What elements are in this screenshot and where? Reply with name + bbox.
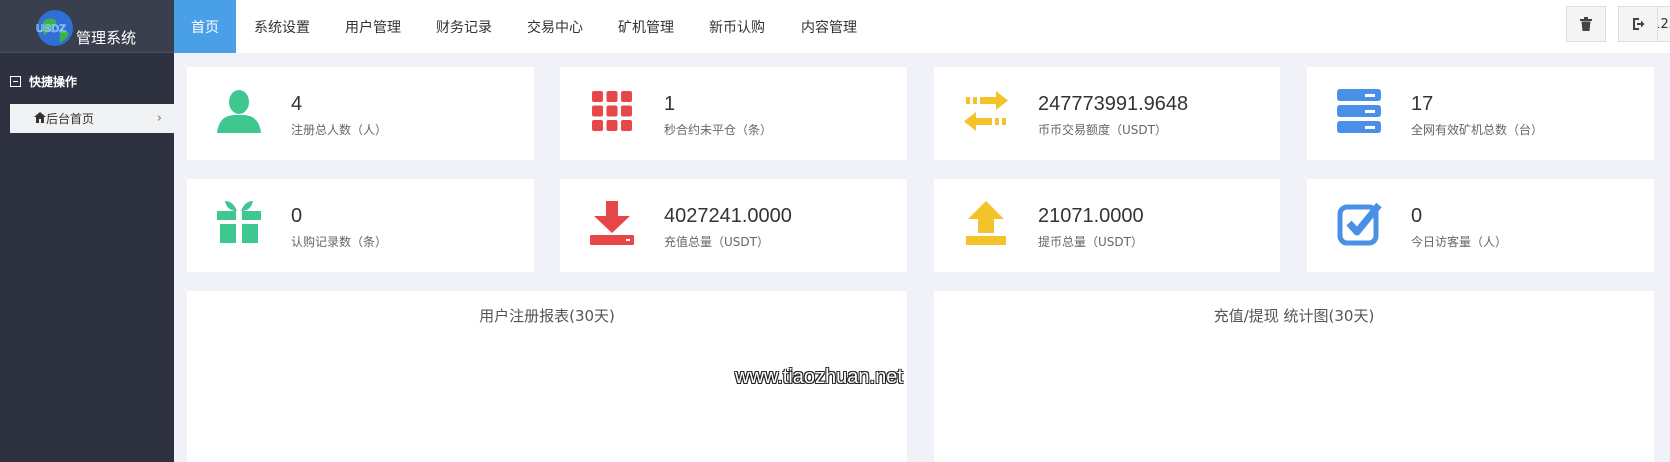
download-icon xyxy=(590,201,634,245)
stat-label: 充值总量（USDT） xyxy=(664,235,769,249)
stat-label: 秒合约未平仓（条） xyxy=(664,123,773,137)
exchange-icon xyxy=(964,91,1008,131)
stat-label: 币币交易额度（USDT） xyxy=(1038,123,1167,137)
logout-button[interactable] xyxy=(1618,6,1658,42)
stat-value: 247773991.9648 xyxy=(1038,93,1189,115)
sidebar: USDZ 管理系统 快捷操作 后台首页 › xyxy=(0,0,174,462)
nav-item-system-settings[interactable]: 系统设置 xyxy=(254,0,310,53)
nav-item-content-management[interactable]: 内容管理 xyxy=(801,0,857,53)
collapse-icon xyxy=(10,76,21,87)
sidebar-item-dashboard[interactable]: 后台首页 › xyxy=(10,104,174,133)
stat-label: 提币总量（USDT） xyxy=(1038,235,1143,249)
nav-item-new-coin-subscription[interactable]: 新币认购 xyxy=(709,0,765,53)
logo-badge: USDZ xyxy=(36,23,66,35)
stat-value: 1 xyxy=(664,93,676,115)
trash-icon xyxy=(1580,17,1592,31)
logo: USDZ 管理系统 xyxy=(0,0,174,53)
chart-title: 充值/提现 统计图(30天) xyxy=(1213,307,1375,325)
stat-card-total-withdrawals: 21071.0000 提币总量（USDT） xyxy=(934,179,1280,272)
nav-item-finance-records[interactable]: 财务记录 xyxy=(436,0,492,53)
stat-card-today-visitors: 0 今日访客量（人） xyxy=(1307,179,1654,272)
user-icon xyxy=(217,90,261,133)
chevron-right-icon: › xyxy=(156,111,162,126)
stat-value: 21071.0000 xyxy=(1038,205,1144,227)
check-icon xyxy=(1337,202,1382,246)
logo-text: 管理系统 xyxy=(76,29,137,47)
grid-icon xyxy=(592,91,632,131)
stat-label: 认购记录数（条） xyxy=(291,235,388,249)
stat-value: 0 xyxy=(1411,205,1423,227)
chart-title: 用户注册报表(30天) xyxy=(479,307,615,325)
stat-label: 注册总人数（人） xyxy=(291,123,388,137)
quick-actions-title[interactable]: 快捷操作 xyxy=(10,73,77,90)
stat-value: 4027241.0000 xyxy=(664,205,792,227)
nav-item-trading-center[interactable]: 交易中心 xyxy=(527,0,583,53)
stat-value: 17 xyxy=(1411,93,1434,115)
upload-icon xyxy=(966,201,1006,245)
sidebar-item-label: 后台首页 xyxy=(46,112,95,126)
nav-item-miner-management[interactable]: 矿机管理 xyxy=(618,0,674,53)
server-icon xyxy=(1337,89,1381,133)
nav-item-home[interactable]: 首页 xyxy=(174,0,236,53)
stat-card-active-miners: 17 全网有效矿机总数（台） xyxy=(1307,67,1654,160)
deposit-withdrawal-chart: 充值/提现 统计图(30天) xyxy=(934,291,1654,462)
nav-item-user-management[interactable]: 用户管理 xyxy=(345,0,401,53)
stat-label: 今日访客量（人） xyxy=(1411,235,1508,249)
stat-card-open-contracts: 1 秒合约未平仓（条） xyxy=(560,67,907,160)
stat-card-subscription-records: 0 认购记录数（条） xyxy=(187,179,534,272)
globe-logo-icon: USDZ xyxy=(36,10,73,46)
stat-label: 全网有效矿机总数（台） xyxy=(1411,123,1544,137)
logout-icon xyxy=(1633,18,1645,30)
section-title-label: 快捷操作 xyxy=(29,75,78,89)
watermark: www.tiaozhuan.net xyxy=(735,366,903,388)
stat-value: 4 xyxy=(291,93,303,115)
stat-card-total-deposits: 4027241.0000 充值总量（USDT） xyxy=(560,179,907,272)
stat-card-registered-users: 4 注册总人数（人） xyxy=(187,67,534,160)
clear-cache-button[interactable] xyxy=(1566,6,1606,42)
home-icon xyxy=(34,112,46,123)
gift-icon xyxy=(217,201,261,243)
stat-value: 0 xyxy=(291,205,303,227)
stat-card-coin-trading-volume: 247773991.9648 币币交易额度（USDT） xyxy=(934,67,1280,160)
top-nav: 首页 系统设置 用户管理 财务记录 交易中心 矿机管理 新币认购 内容管理 12… xyxy=(174,0,1670,53)
